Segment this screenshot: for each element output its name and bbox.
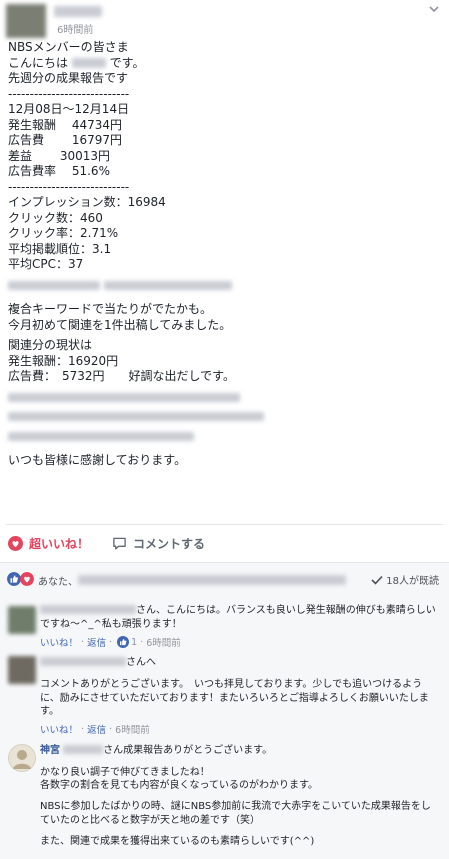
comment-text: さん、こんにちは。バランスも良いし発生報酬の伸びも素晴らしいですね〜^_^私も頑… bbox=[40, 605, 436, 630]
commenter-avatar[interactable] bbox=[8, 606, 36, 634]
blurred-text bbox=[8, 431, 194, 441]
blurred-text bbox=[8, 412, 264, 421]
love-label: 超いいね！ bbox=[29, 537, 90, 551]
comment-item: 神宮 さん成果報告ありがとうございます。 かなり良い調子で伸びてきましたね！ 各… bbox=[0, 742, 449, 859]
comment-like-link[interactable]: いいね！ bbox=[40, 635, 78, 649]
commenter-avatar[interactable] bbox=[8, 744, 36, 772]
comment-paragraph: かなり良い調子で伸びてきましたね！ bbox=[40, 767, 210, 778]
related-line: 発生報酬：16920円 bbox=[8, 353, 119, 368]
author-avatar[interactable] bbox=[6, 4, 46, 38]
post-actions: 超いいね！ コメントする bbox=[8, 533, 438, 555]
seen-count[interactable]: 18人が既読 bbox=[371, 572, 439, 587]
metric-line: インプレッション数：16984 bbox=[8, 195, 166, 209]
metric-line: 平均CPC：37 bbox=[8, 257, 84, 271]
comment-item: さん、こんにちは。バランスも良いし発生報酬の伸びも素晴らしいですね〜^_^私も頑… bbox=[0, 594, 449, 654]
blurred-text bbox=[103, 280, 232, 290]
comment-item: さんへ コメントありがとうございます。 いつも拝見しております。少しでも追いつけ… bbox=[0, 652, 449, 742]
person-icon bbox=[13, 750, 31, 769]
related-line: 広告費： 5732円 好調な出だしです。 bbox=[8, 369, 235, 383]
divider bbox=[6, 524, 443, 525]
period-text: 12月08日〜12月14日 bbox=[8, 102, 130, 116]
comment-paragraph: NBSに参加したばかりの時、謎にNBS参加前に我流で大赤字をこいていた成果報告を… bbox=[40, 801, 431, 826]
closing-line: いつも皆様に感謝しております。 bbox=[8, 453, 187, 467]
commenter-name[interactable]: 神宮 bbox=[40, 745, 60, 756]
comment-meta: いいね！ · 返信 · 1 · 6時間前 bbox=[40, 635, 181, 649]
post-body: NBSメンバーの皆さま こんにちは です。 先週分の成果報告です -------… bbox=[8, 40, 438, 469]
separator-text: ---------------------------- bbox=[8, 179, 130, 194]
chevron-down-icon[interactable] bbox=[427, 2, 441, 16]
comments-section: さん、こんにちは。バランスも良いし発生報酬の伸びも素晴らしいですね〜^_^私も頑… bbox=[0, 594, 449, 859]
comment-text: コメントありがとうございます。 いつも拝見しております。少しでも追いつけるように… bbox=[40, 679, 429, 717]
love-reaction-icon[interactable] bbox=[20, 572, 34, 586]
author-name[interactable] bbox=[54, 6, 102, 17]
stat-line: 広告費 16797円 bbox=[8, 133, 123, 147]
comment-meta: いいね！ · 返信 · 6時間前 bbox=[40, 722, 150, 737]
greeting-line: 先週分の成果報告です bbox=[8, 71, 129, 85]
stat-line: 発生報酬 44734円 bbox=[8, 117, 123, 132]
like-reaction-icon[interactable] bbox=[7, 572, 21, 586]
comment-header: さんへ bbox=[40, 656, 340, 670]
metric-line: クリック数：460 bbox=[8, 210, 103, 225]
love-icon bbox=[8, 536, 23, 551]
metric-line: クリック率：2.71% bbox=[8, 226, 119, 240]
blurred-text bbox=[8, 280, 100, 290]
comment-like-count[interactable]: 1 bbox=[131, 637, 137, 648]
greeting-line: こんにちは です。 bbox=[8, 55, 145, 70]
blurred-text bbox=[8, 392, 240, 402]
comment-reply-link[interactable]: 返信 bbox=[87, 635, 106, 649]
like-count-icon[interactable] bbox=[117, 636, 130, 648]
stat-line: 広告費率 51.6% bbox=[8, 164, 110, 178]
blurred-name bbox=[71, 57, 106, 68]
post-header: 6時間前 bbox=[6, 4, 443, 38]
body-paragraph: 今月初めて関連を1件出稿してみました。 bbox=[8, 317, 232, 332]
blurred-name bbox=[63, 745, 104, 754]
related-line: 関連分の現状は bbox=[8, 338, 93, 352]
comment-time[interactable]: 6時間前 bbox=[146, 635, 181, 649]
check-icon bbox=[371, 575, 383, 585]
body-paragraph: 複合キーワードで当たりがでたかも。 bbox=[8, 302, 213, 316]
comment-like-link[interactable]: いいね！ bbox=[40, 722, 78, 736]
reactions-bar: あなた、 18人が既読 bbox=[0, 562, 449, 594]
metric-line: 平均掲載順位：3.1 bbox=[8, 241, 112, 256]
blurred-reactor-names[interactable] bbox=[78, 575, 346, 585]
greeting-line: NBSメンバーの皆さま bbox=[8, 40, 129, 54]
separator-text: ---------------------------- bbox=[8, 86, 130, 101]
comment-paragraph: また、関連で成果を獲得出来ているのも素晴らしいです(^^) bbox=[40, 836, 315, 847]
comment-header: 神宮 さん成果報告ありがとうございます。 bbox=[40, 745, 273, 756]
comment-button[interactable]: コメントする bbox=[112, 535, 205, 552]
reactors-you[interactable]: あなた、 bbox=[38, 573, 78, 588]
comment-label: コメントする bbox=[133, 537, 206, 551]
comment-reply-link[interactable]: 返信 bbox=[87, 722, 106, 736]
stat-line: 差益 30013円 bbox=[8, 148, 111, 163]
comment-time[interactable]: 6時間前 bbox=[115, 722, 150, 736]
blurred-commenter-name bbox=[40, 605, 136, 614]
comment-paragraph: 各数字の割合を見ても内容が良くなっているのがわかります。 bbox=[40, 780, 318, 791]
commenter-avatar[interactable] bbox=[8, 656, 36, 684]
comment-icon bbox=[113, 537, 126, 550]
blurred-commenter-name bbox=[40, 657, 126, 666]
post-timestamp[interactable]: 6時間前 bbox=[57, 21, 93, 36]
love-reaction-button[interactable]: 超いいね！ bbox=[8, 535, 89, 552]
seen-count-label: 18人が既読 bbox=[386, 576, 439, 587]
